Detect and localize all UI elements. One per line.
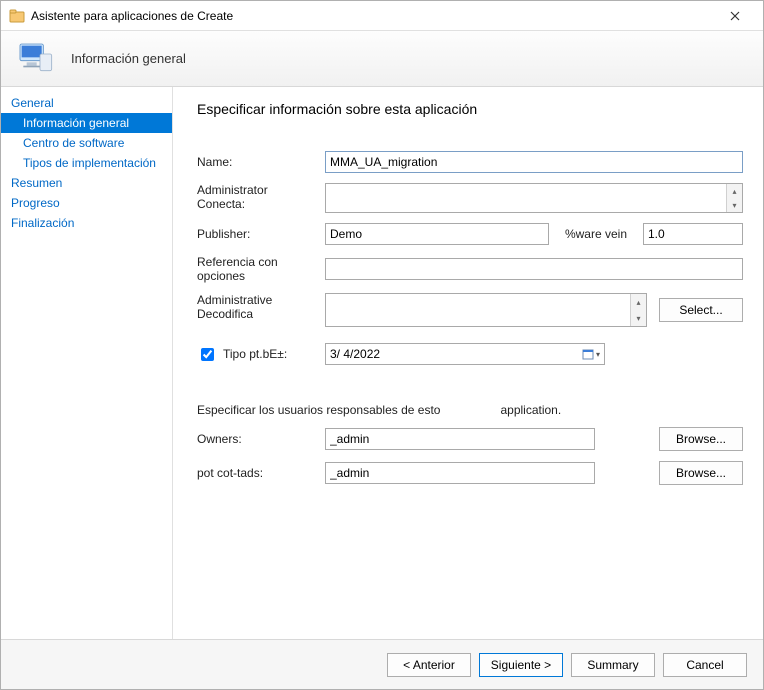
select-categories-button[interactable]: Select... bbox=[659, 298, 743, 322]
scroll-up-icon[interactable]: ▴ bbox=[631, 294, 646, 310]
label-date: Tipo pt.bE±: bbox=[223, 347, 287, 361]
label-support-contacts: pot cot-tads: bbox=[197, 466, 325, 480]
body: General Información general Centro de so… bbox=[1, 87, 763, 639]
close-button[interactable] bbox=[715, 2, 755, 30]
admin-comments-input[interactable]: ▴ ▾ bbox=[325, 183, 743, 213]
sidebar-item-deployment-types[interactable]: Tipos de implementación bbox=[1, 153, 172, 173]
support-contacts-input[interactable] bbox=[325, 462, 595, 484]
date-checkbox[interactable] bbox=[201, 348, 214, 361]
scroll-down-icon[interactable]: ▾ bbox=[727, 198, 742, 212]
version-input[interactable] bbox=[643, 223, 743, 245]
footer: < Anterior Siguiente > Summary Cancel bbox=[1, 639, 763, 689]
previous-button[interactable]: < Anterior bbox=[387, 653, 471, 677]
cancel-button[interactable]: Cancel bbox=[663, 653, 747, 677]
label-optional-ref: Referencia con opciones bbox=[197, 255, 325, 283]
banner: Información general bbox=[1, 31, 763, 87]
sidebar-item-completion[interactable]: Finalización bbox=[1, 213, 172, 233]
optional-ref-input[interactable] bbox=[325, 258, 743, 280]
label-admin-comments: Administrator Conecta: bbox=[197, 183, 325, 211]
admin-categories-input[interactable]: ▴ ▾ bbox=[325, 293, 647, 327]
page-heading: Especificar información sobre esta aplic… bbox=[197, 101, 743, 117]
owners-input[interactable] bbox=[325, 428, 595, 450]
wizard-window: Asistente para aplicaciones de Create In… bbox=[0, 0, 764, 690]
browse-contacts-button[interactable]: Browse... bbox=[659, 461, 743, 485]
label-name: Name: bbox=[197, 155, 325, 169]
sidebar-item-general-info[interactable]: Información general bbox=[1, 113, 172, 133]
sidebar-item-progress[interactable]: Progreso bbox=[1, 193, 172, 213]
scroll-down-icon[interactable]: ▾ bbox=[631, 310, 646, 326]
titlebar: Asistente para aplicaciones de Create bbox=[1, 1, 763, 31]
name-input[interactable] bbox=[325, 151, 743, 173]
sidebar-item-general[interactable]: General bbox=[1, 93, 172, 113]
window-title: Asistente para aplicaciones de Create bbox=[31, 9, 715, 23]
next-button[interactable]: Siguiente > bbox=[479, 653, 563, 677]
label-admin-categories: Administrative Decodifica bbox=[197, 293, 325, 321]
label-publisher: Publisher: bbox=[197, 227, 325, 241]
computer-icon bbox=[15, 39, 55, 79]
app-icon bbox=[9, 8, 25, 24]
publisher-input[interactable] bbox=[325, 223, 549, 245]
content-pane: Especificar información sobre esta aplic… bbox=[173, 87, 763, 639]
owners-section-text: Especificar los usuarios responsables de… bbox=[197, 403, 743, 417]
browse-owners-button[interactable]: Browse... bbox=[659, 427, 743, 451]
calendar-dropdown-icon[interactable]: ▾ bbox=[582, 348, 600, 360]
sidebar-item-software-center[interactable]: Centro de software bbox=[1, 133, 172, 153]
label-owners: Owners: bbox=[197, 432, 325, 446]
summary-button[interactable]: Summary bbox=[571, 653, 655, 677]
label-version: %ware vein bbox=[559, 227, 633, 241]
date-checkbox-wrap[interactable]: Tipo pt.bE±: bbox=[197, 345, 319, 364]
date-picker[interactable]: 3/ 4/2022 ▾ bbox=[325, 343, 605, 365]
sidebar: General Información general Centro de so… bbox=[1, 87, 173, 639]
banner-title: Información general bbox=[71, 51, 186, 66]
scroll-up-icon[interactable]: ▴ bbox=[727, 184, 742, 198]
sidebar-item-summary[interactable]: Resumen bbox=[1, 173, 172, 193]
